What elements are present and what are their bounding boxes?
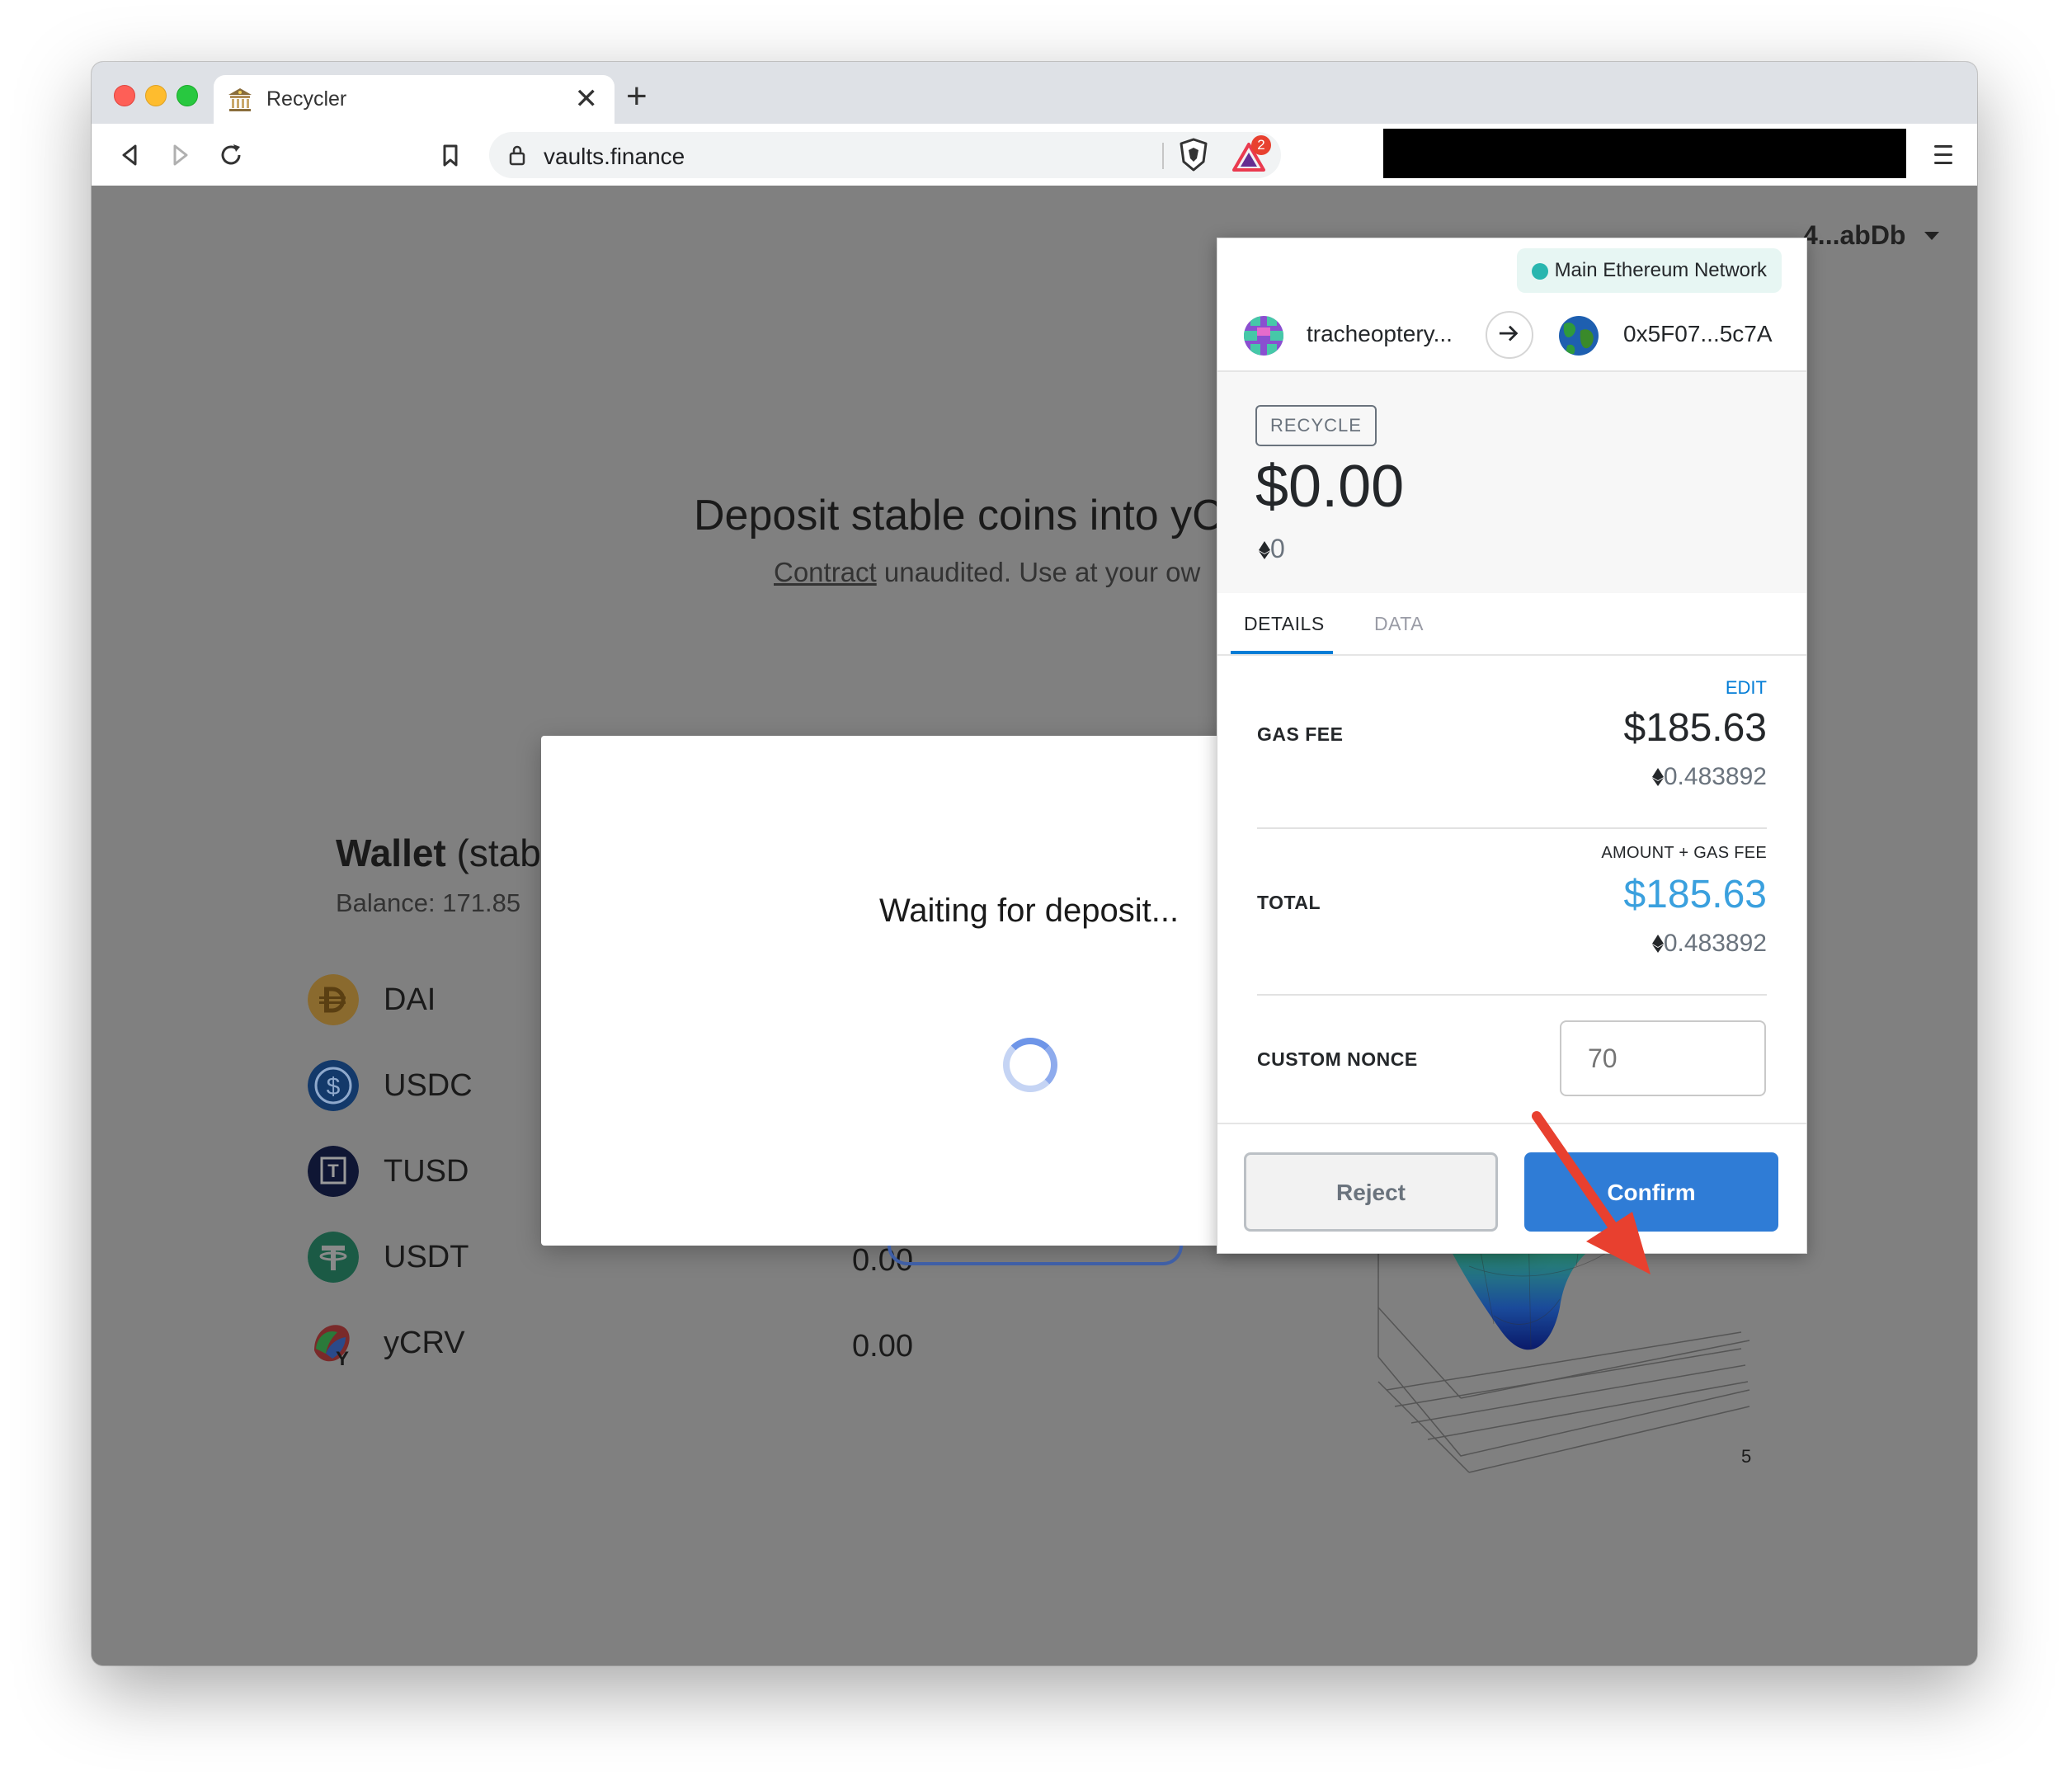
contract-link[interactable]: Contract: [774, 557, 877, 587]
tusd-icon: T: [308, 1146, 359, 1197]
caret-down-icon[interactable]: [1924, 232, 1939, 240]
tab-title: Recycler: [266, 87, 347, 111]
transaction-summary: RECYCLE $0.00 0: [1217, 372, 1806, 593]
coin-name: USDT: [384, 1240, 469, 1274]
red-arrow-annotation: [1532, 1111, 1651, 1274]
wallet-heading-rest: (stab: [445, 831, 541, 874]
svg-text:Y: Y: [336, 1348, 349, 1368]
deposit-button-outline: [888, 1246, 1183, 1265]
amount-usd: $0.00: [1255, 454, 1405, 520]
minimize-window-button[interactable]: [145, 85, 167, 106]
back-icon[interactable]: [115, 139, 146, 171]
brave-rewards-button[interactable]: 2: [1231, 135, 1273, 175]
from-account-name: tracheoptery...: [1307, 321, 1453, 346]
action-footer: Reject Confirm: [1217, 1123, 1806, 1255]
bank-icon: [228, 88, 252, 111]
gas-fee-eth-value: 0.483892: [1663, 763, 1767, 790]
new-tab-button[interactable]: +: [626, 78, 648, 115]
page-content: 4...abDb Deposit stable coins into yC Co…: [92, 186, 1977, 1665]
active-tab-indicator: [1231, 651, 1333, 654]
wallet-heading: Wallet (stab: [336, 831, 541, 875]
lock-icon: [509, 145, 525, 166]
ycrv-icon: Y: [314, 1325, 350, 1368]
coin-name: DAI: [384, 982, 436, 1017]
svg-text:T: T: [327, 1161, 339, 1181]
wallet-balance: Balance: 171.85: [336, 888, 521, 917]
network-name: Main Ethereum Network: [1554, 259, 1767, 281]
reject-button[interactable]: Reject: [1244, 1152, 1498, 1232]
close-window-button[interactable]: [114, 85, 135, 106]
usdt-icon: [308, 1232, 359, 1283]
forward-icon[interactable]: [164, 139, 195, 171]
account-transfer-row: tracheoptery... 0x5F07...5c7A: [1217, 301, 1806, 372]
total-hint: AMOUNT + GAS FEE: [1601, 844, 1767, 862]
arrow-right-icon: [1499, 325, 1519, 342]
reload-icon[interactable]: [215, 139, 247, 171]
browser-window: Recycler ✕ + vaults.finance 2 4...abDb D…: [92, 62, 1977, 1665]
maximize-window-button[interactable]: [177, 85, 198, 106]
account-address[interactable]: 4...abDb: [1803, 220, 1905, 251]
bookmark-icon[interactable]: [435, 139, 466, 171]
to-account-avatar: [1559, 316, 1599, 356]
toolbar-divider: [1162, 143, 1164, 169]
tab-details[interactable]: DETAILS: [1244, 613, 1325, 635]
coin-name: TUSD: [384, 1154, 469, 1189]
plot-tick-label: 5: [1741, 1446, 1751, 1467]
wallet-heading-bold: Wallet: [336, 831, 446, 874]
loading-spinner-icon: [1003, 1038, 1057, 1092]
gas-fee-label: GAS FEE: [1257, 723, 1344, 745]
page-subtitle: Contract unaudited. Use at your ow: [774, 557, 1200, 588]
coin-row-ycrv: Y yCRV 0.00: [308, 1317, 913, 1372]
custom-nonce-input[interactable]: [1560, 1020, 1766, 1096]
dai-icon: [308, 974, 359, 1025]
tab-recycler[interactable]: Recycler ✕: [214, 75, 615, 125]
usdc-icon: $: [308, 1060, 359, 1111]
from-account-avatar: [1244, 316, 1283, 356]
method-badge: RECYCLE: [1255, 405, 1377, 446]
custom-nonce-label: CUSTOM NONCE: [1257, 1048, 1418, 1070]
divider: [1257, 994, 1767, 996]
amount-eth: 0: [1259, 534, 1285, 564]
transfer-arrow: [1486, 311, 1533, 359]
tab-bar: Recycler ✕ +: [92, 62, 1977, 125]
gas-fee-eth: 0.483892: [1651, 763, 1767, 791]
notification-badge: 2: [1251, 135, 1271, 155]
ethereum-icon: [1651, 768, 1664, 786]
ethereum-icon: [1651, 935, 1664, 953]
ethereum-icon: [1259, 541, 1270, 559]
network-status-dot: [1531, 263, 1548, 280]
url-text[interactable]: vaults.finance: [544, 144, 685, 170]
redacted-region: [1383, 129, 1906, 178]
total-eth-value: 0.483892: [1663, 930, 1767, 957]
tab-data[interactable]: DATA: [1374, 613, 1424, 635]
hamburger-menu-icon[interactable]: [1934, 145, 1952, 167]
network-indicator[interactable]: Main Ethereum Network: [1516, 248, 1782, 293]
svg-text:$: $: [327, 1073, 341, 1100]
total-eth: 0.483892: [1651, 930, 1767, 958]
page-title: Deposit stable coins into yC: [694, 492, 1223, 539]
total-usd: $185.63: [1623, 873, 1767, 916]
coin-value: 0.00: [852, 1329, 913, 1364]
detail-tabs: DETAILS DATA: [1217, 593, 1806, 656]
coin-name: USDC: [384, 1068, 473, 1103]
amount-eth-value: 0: [1270, 534, 1285, 563]
to-account-address: 0x5F07...5c7A: [1623, 321, 1773, 346]
metamask-popup: Main Ethereum Network tracheoptery... 0x…: [1217, 238, 1807, 1254]
brave-shield-icon[interactable]: [1177, 137, 1210, 173]
waiting-status: Waiting for deposit...: [879, 893, 1180, 929]
subtitle-text: unaudited. Use at your ow: [876, 557, 1201, 587]
coin-name: yCRV: [384, 1326, 465, 1360]
total-label: TOTAL: [1257, 892, 1321, 913]
gas-fee-usd: $185.63: [1623, 706, 1767, 750]
close-tab-icon[interactable]: ✕: [575, 82, 599, 115]
divider: [1257, 827, 1767, 829]
edit-gas-link[interactable]: EDIT: [1726, 677, 1767, 699]
